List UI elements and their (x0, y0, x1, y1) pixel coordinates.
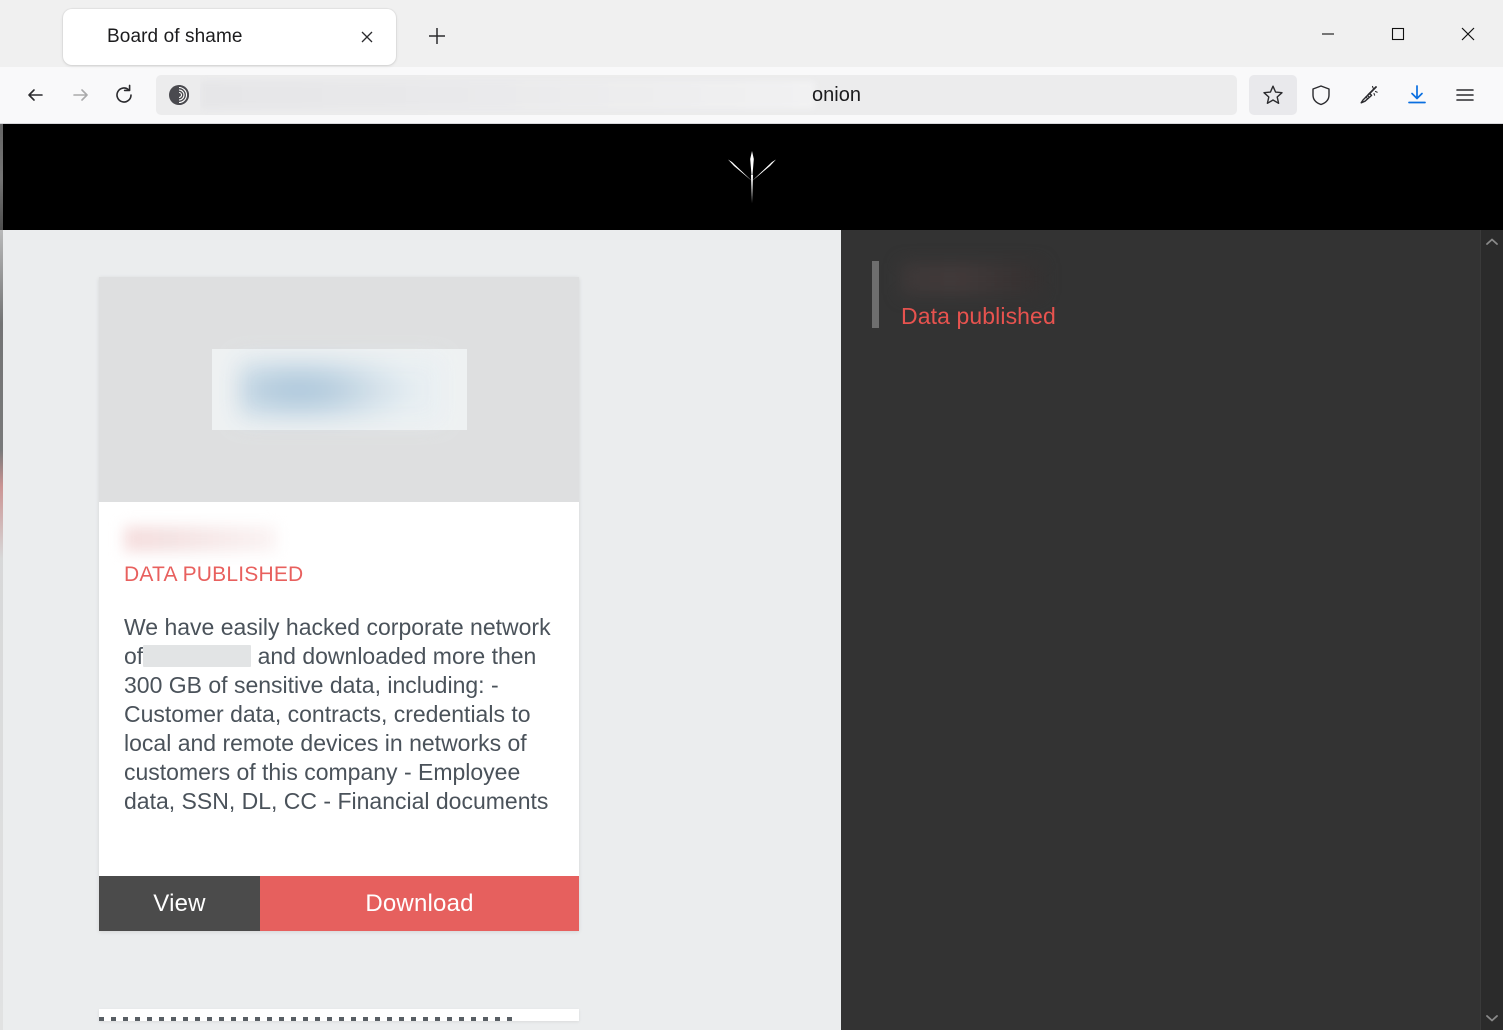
site-header (0, 124, 1503, 230)
chevron-down-glyph (1486, 1015, 1498, 1022)
hamburger-icon-glyph (1456, 89, 1474, 101)
card-description-part2: and downloaded more then 300 GB of sensi… (124, 643, 549, 814)
card-body: DATA PUBLISHED We have easily hacked cor… (99, 502, 579, 876)
status-badge: DATA PUBLISHED (124, 563, 304, 586)
downloads-icon[interactable] (1393, 75, 1441, 115)
site-body: DATA PUBLISHED We have easily hacked cor… (0, 230, 1503, 1030)
navigation-toolbar: onion (0, 67, 1503, 124)
url-text: onion (812, 83, 861, 106)
new-tab-button[interactable] (420, 19, 454, 53)
onion-icon-glyph (169, 85, 189, 105)
scrollbar-track[interactable] (1481, 254, 1503, 1006)
sidebar-entry-text: Data published (901, 261, 1056, 330)
maximize-button[interactable] (1363, 0, 1433, 67)
onion-icon (166, 82, 192, 108)
maximize-icon (1391, 27, 1405, 40)
sidebar-column: Data published (841, 230, 1503, 1030)
y-trident-logo-icon (720, 145, 784, 209)
view-button[interactable]: View (99, 876, 260, 931)
sidebar-entry[interactable]: Data published (872, 261, 1056, 330)
redacted-company-logo (237, 358, 441, 421)
download-icon-glyph (1408, 85, 1426, 104)
page-viewport: DATA PUBLISHED We have easily hacked cor… (0, 124, 1503, 1030)
close-icon (1461, 27, 1475, 40)
arrow-right-icon (73, 89, 88, 101)
minimize-button[interactable] (1293, 0, 1363, 67)
sidebar-status-badge: Data published (901, 303, 1056, 329)
forward-button[interactable] (58, 75, 102, 115)
arrow-left-icon (28, 89, 43, 101)
next-card-text-peek (99, 1017, 519, 1021)
card-description: We have easily hacked corporate network … (124, 613, 554, 816)
shield-icon-glyph (1312, 85, 1330, 106)
redacted-sidebar-title (901, 263, 1042, 295)
reload-icon (116, 84, 132, 103)
reload-button[interactable] (102, 75, 146, 115)
redacted-company-name (143, 645, 252, 667)
shield-icon[interactable] (1297, 75, 1345, 115)
download-button[interactable]: Download (260, 876, 579, 931)
url-redaction-blur (200, 81, 815, 109)
redacted-card-title (124, 526, 277, 552)
new-identity-broom-icon[interactable] (1345, 75, 1393, 115)
chevron-up-glyph (1486, 238, 1498, 245)
main-content-column: DATA PUBLISHED We have easily hacked cor… (0, 230, 841, 1030)
window-controls (1293, 0, 1503, 67)
close-icon[interactable] (352, 22, 382, 52)
chevron-up-icon[interactable] (1481, 230, 1503, 254)
tab-title: Board of shame (107, 26, 243, 47)
close-icon-glyph (361, 31, 373, 43)
browser-window: Board of shame onion DATA PUBLISHED We h… (0, 0, 1503, 1030)
sidebar-accent-bar (872, 261, 879, 328)
y-trident-logo-glyph (727, 151, 776, 203)
card-actions: View Download (99, 876, 579, 931)
page-scrollbar[interactable] (1480, 230, 1503, 1030)
leak-card: DATA PUBLISHED We have easily hacked cor… (99, 277, 579, 931)
bookmark-star-icon[interactable] (1249, 75, 1297, 115)
broom-icon-glyph (1360, 85, 1378, 104)
close-window-button[interactable] (1433, 0, 1503, 67)
star-icon-glyph (1263, 85, 1283, 104)
tab-bar: Board of shame (0, 0, 1503, 67)
hamburger-menu-icon[interactable] (1441, 75, 1489, 115)
chevron-down-icon[interactable] (1481, 1006, 1503, 1030)
plus-icon (429, 28, 445, 44)
tab-board-of-shame[interactable]: Board of shame (63, 9, 396, 65)
card-thumbnail (99, 277, 579, 502)
address-bar[interactable]: onion (156, 75, 1237, 115)
minimize-icon (1322, 32, 1334, 35)
card-thumbnail-inner (211, 349, 467, 430)
url-text-container: onion (200, 75, 1227, 115)
back-button[interactable] (14, 75, 58, 115)
